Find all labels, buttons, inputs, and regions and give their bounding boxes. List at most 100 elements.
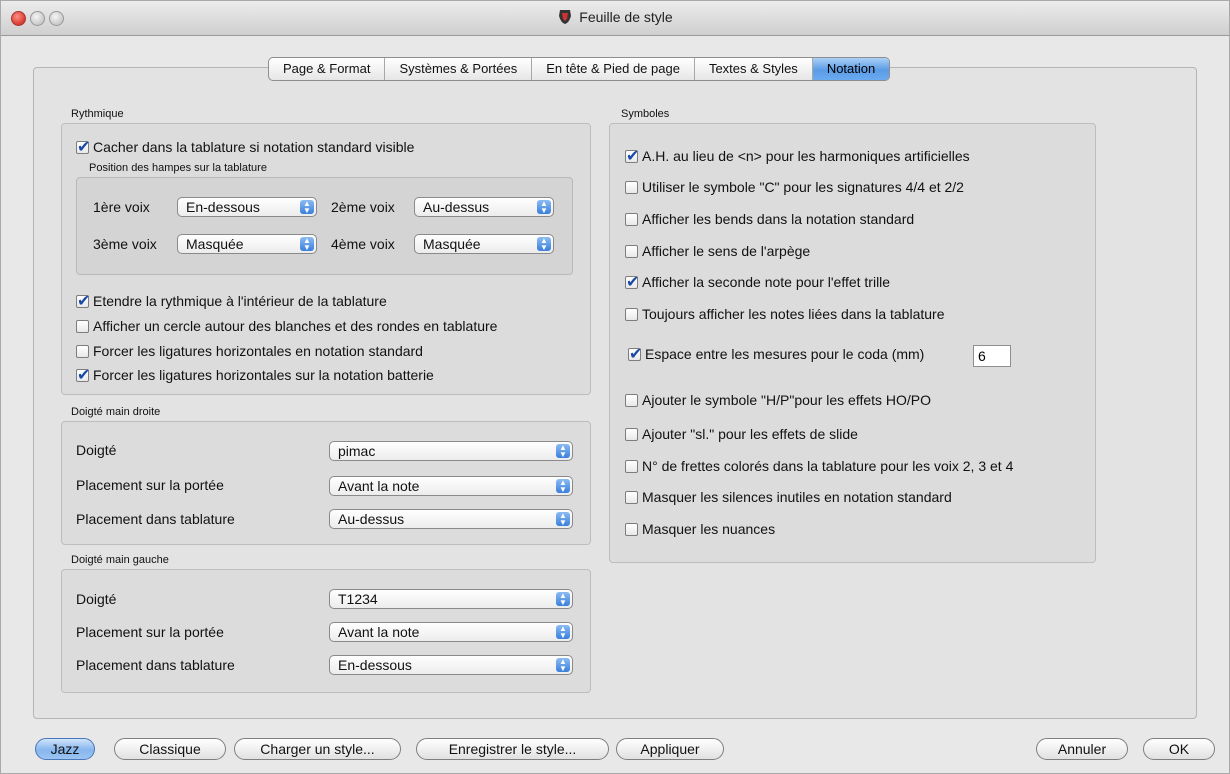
circle-notes-label: Afficher un cercle autour des blanches e… (93, 318, 498, 334)
rh-staff-placement-value: Avant la note (338, 478, 420, 494)
popup-arrows-icon: ▲ ▼ (556, 479, 570, 494)
window-title: Feuille de style (1, 9, 1229, 25)
checkbox-box[interactable] (625, 459, 638, 473)
app-icon (559, 10, 572, 24)
tab-bar: Page & Format Systèmes & Portées En tête… (268, 57, 891, 81)
jazz-button[interactable]: Jazz (35, 738, 95, 760)
tab-notation[interactable]: Notation (812, 58, 890, 80)
rh-fingering-value: pimac (338, 443, 376, 459)
lh-fingering-popup[interactable]: T1234 ▲ ▼ (329, 589, 573, 609)
symboles-title: Symboles (621, 108, 670, 120)
coda-space-checkbox[interactable]: Espace entre les mesures pour le coda (m… (628, 344, 924, 364)
tied-notes-label: Toujours afficher les notes liées dans l… (642, 306, 945, 322)
hide-in-tab-checkbox[interactable]: Cacher dans la tablature si notation sta… (76, 137, 415, 157)
rh-staff-placement-label: Placement sur la portée (76, 477, 224, 493)
tab-systems-staves[interactable]: Systèmes & Portées (385, 58, 533, 80)
voice1-label: 1ère voix (93, 199, 150, 215)
ok-button[interactable]: OK (1143, 738, 1215, 760)
checkbox-box[interactable] (625, 244, 638, 258)
apply-button[interactable]: Appliquer (616, 738, 724, 760)
circle-notes-checkbox[interactable]: Afficher un cercle autour des blanches e… (76, 318, 497, 334)
save-style-button[interactable]: Enregistrer le style... (416, 738, 609, 760)
lh-staff-placement-value: Avant la note (338, 624, 420, 640)
extend-rhythm-checkbox[interactable]: Etendre la rythmique à l'intérieur de la… (76, 291, 387, 311)
voice2-popup[interactable]: Au-dessus ▲ ▼ (414, 197, 554, 217)
coda-space-input[interactable]: 6 (973, 345, 1011, 367)
c-symbol-checkbox[interactable]: Utiliser le symbole "C" pour les signatu… (625, 179, 964, 195)
checkbox-box[interactable] (76, 319, 89, 333)
rh-fingering-popup[interactable]: pimac ▲ ▼ (329, 441, 573, 461)
hide-dynamics-label: Masquer les nuances (642, 521, 776, 537)
trill-label: Afficher la seconde note pour l'effet tr… (642, 274, 891, 290)
rh-tab-placement-popup[interactable]: Au-dessus ▲ ▼ (329, 509, 573, 529)
checkbox-box[interactable] (625, 522, 638, 536)
popup-arrows-icon: ▲ ▼ (537, 237, 551, 252)
checkbox-box[interactable] (625, 393, 638, 407)
tab-page-format[interactable]: Page & Format (269, 58, 386, 80)
hp-symbol-label: Ajouter le symbole "H/P"pour les effets … (642, 392, 932, 408)
voice4-popup[interactable]: Masquée ▲ ▼ (414, 234, 554, 254)
left-hand-title: Doigté main gauche (71, 554, 169, 566)
rh-fingering-label: Doigté (76, 442, 117, 458)
voice1-popup[interactable]: En-dessous ▲ ▼ (177, 197, 317, 217)
style-sheet-window: Feuille de style Page & Format Systèmes … (0, 0, 1230, 774)
force-beams-standard-checkbox[interactable]: Forcer les ligatures horizontales en not… (76, 343, 423, 359)
classique-button[interactable]: Classique (114, 738, 226, 760)
checkbox-box[interactable] (76, 291, 90, 311)
slide-checkbox[interactable]: Ajouter "sl." pour les effets de slide (625, 426, 858, 442)
load-style-button[interactable]: Charger un style... (234, 738, 401, 760)
voice2-value: Au-dessus (423, 199, 490, 215)
rh-staff-placement-popup[interactable]: Avant la note ▲ ▼ (329, 476, 573, 496)
tied-notes-checkbox[interactable]: Toujours afficher les notes liées dans l… (625, 306, 944, 322)
hp-symbol-checkbox[interactable]: Ajouter le symbole "H/P"pour les effets … (625, 392, 931, 408)
hide-dynamics-checkbox[interactable]: Masquer les nuances (625, 521, 775, 537)
extend-rhythm-label: Etendre la rythmique à l'intérieur de la… (93, 293, 387, 309)
slide-label: Ajouter "sl." pour les effets de slide (642, 426, 858, 442)
checkbox-box[interactable] (625, 146, 639, 166)
checkbox-box[interactable] (625, 180, 638, 194)
lh-tab-placement-value: En-dessous (338, 657, 412, 673)
rh-tab-placement-value: Au-dessus (338, 511, 405, 527)
voice4-value: Masquée (423, 236, 481, 252)
voice3-popup[interactable]: Masquée ▲ ▼ (177, 234, 317, 254)
hide-rests-label: Masquer les silences inutiles en notatio… (642, 489, 952, 505)
lh-staff-placement-popup[interactable]: Avant la note ▲ ▼ (329, 622, 573, 642)
tab-header-footer[interactable]: En tête & Pied de page (532, 58, 695, 80)
checkbox-box[interactable] (628, 344, 642, 364)
checkbox-box[interactable] (625, 212, 638, 226)
ah-harmonics-label: A.H. au lieu de <n> pour les harmoniques… (642, 148, 970, 164)
popup-arrows-icon: ▲ ▼ (556, 592, 570, 607)
force-beams-drums-label: Forcer les ligatures horizontales sur la… (93, 367, 434, 383)
checkbox-box[interactable] (625, 272, 639, 292)
colored-frets-checkbox[interactable]: N° de frettes colorés dans la tablature … (625, 458, 1013, 474)
popup-arrows-icon: ▲ ▼ (300, 237, 314, 252)
lh-tab-placement-label: Placement dans tablature (76, 657, 235, 673)
popup-arrows-icon: ▲ ▼ (556, 444, 570, 459)
c-symbol-label: Utiliser le symbole "C" pour les signatu… (642, 179, 964, 195)
checkbox-box[interactable] (625, 427, 638, 441)
rh-tab-placement-label: Placement dans tablature (76, 511, 235, 527)
title-bar: Feuille de style (1, 1, 1229, 36)
hide-in-tab-label: Cacher dans la tablature si notation sta… (93, 139, 415, 155)
checkbox-box[interactable] (76, 344, 89, 358)
popup-arrows-icon: ▲ ▼ (556, 658, 570, 673)
checkbox-box[interactable] (76, 365, 90, 385)
popup-arrows-icon: ▲ ▼ (537, 200, 551, 215)
arpeggio-checkbox[interactable]: Afficher le sens de l'arpège (625, 243, 810, 259)
bends-label: Afficher les bends dans la notation stan… (642, 211, 915, 227)
bends-checkbox[interactable]: Afficher les bends dans la notation stan… (625, 211, 914, 227)
hide-rests-checkbox[interactable]: Masquer les silences inutiles en notatio… (625, 489, 952, 505)
tab-texts-styles[interactable]: Textes & Styles (695, 58, 813, 80)
ah-harmonics-checkbox[interactable]: A.H. au lieu de <n> pour les harmoniques… (625, 146, 970, 166)
force-beams-drums-checkbox[interactable]: Forcer les ligatures horizontales sur la… (76, 365, 434, 385)
checkbox-box[interactable] (625, 307, 638, 321)
cancel-button[interactable]: Annuler (1036, 738, 1128, 760)
checkbox-box[interactable] (625, 490, 638, 504)
lh-tab-placement-popup[interactable]: En-dessous ▲ ▼ (329, 655, 573, 675)
checkbox-box[interactable] (76, 137, 90, 157)
trill-checkbox[interactable]: Afficher la seconde note pour l'effet tr… (625, 272, 891, 292)
force-beams-standard-label: Forcer les ligatures horizontales en not… (93, 343, 423, 359)
popup-arrows-icon: ▲ ▼ (300, 200, 314, 215)
window-title-text: Feuille de style (579, 9, 673, 25)
voice1-value: En-dessous (186, 199, 260, 215)
